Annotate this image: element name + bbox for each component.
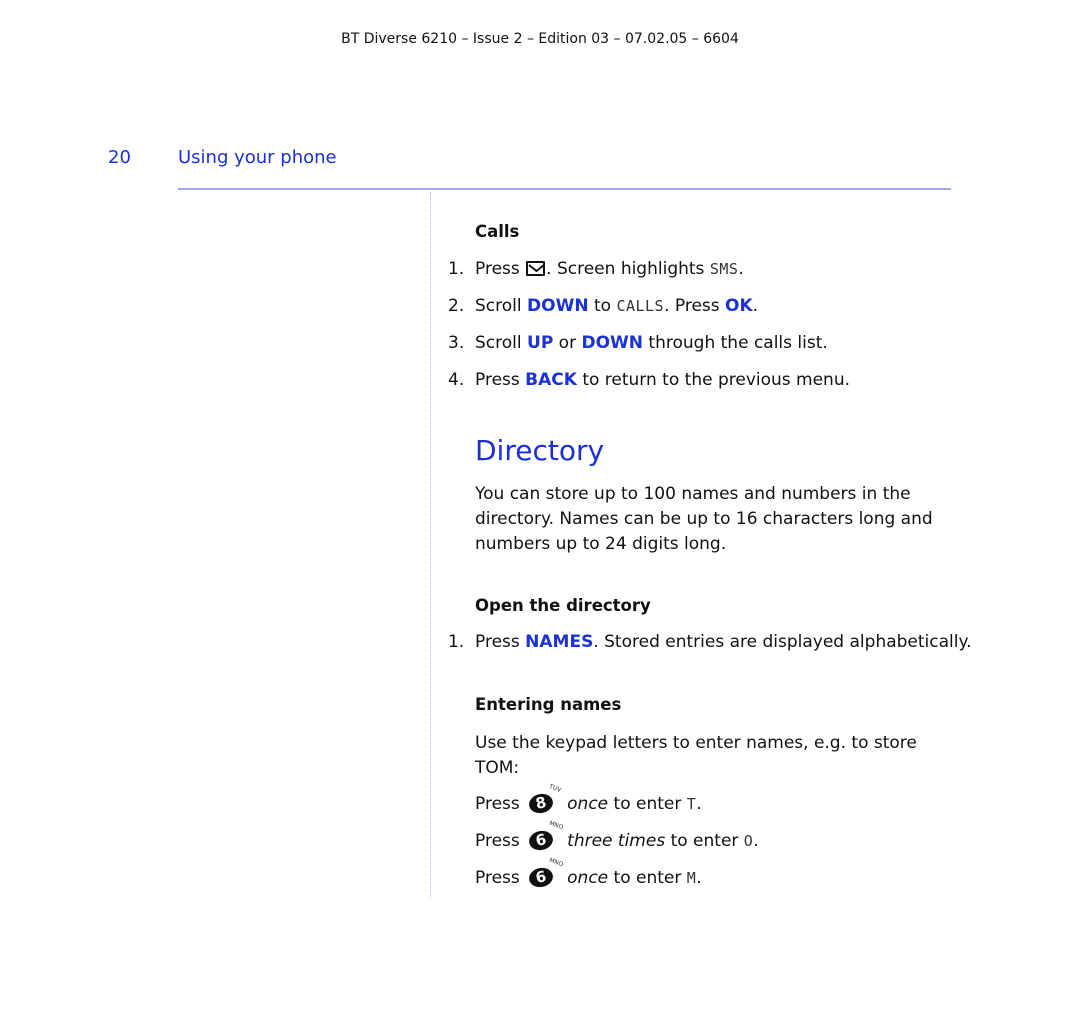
envelope-key-icon — [526, 261, 546, 276]
key-label: UP — [527, 333, 554, 353]
horizontal-rule — [178, 188, 951, 190]
calls-heading: Calls — [475, 222, 520, 241]
open-directory-heading: Open the directory — [475, 596, 651, 615]
key-label: BACK — [525, 370, 577, 390]
page-number: 20 — [108, 147, 131, 168]
key-label: DOWN — [581, 333, 644, 353]
directory-heading: Directory — [475, 434, 605, 467]
document-header: BT Diverse 6210 – Issue 2 – Edition 03 –… — [341, 31, 739, 47]
press-instruction: Press 8 TUV once to enter T. — [475, 783, 702, 816]
keypad-key-icon: 6 MNO — [527, 820, 564, 853]
press-instruction: Press 6 MNO once to enter M. — [475, 856, 702, 890]
key-label: DOWN — [527, 296, 589, 316]
keypad-key-icon: 6 MNO — [527, 857, 564, 890]
directory-intro: You can store up to 100 names and number… — [475, 484, 933, 554]
entering-names-intro: Use the keypad letters to enter names, e… — [475, 733, 917, 778]
lcd-text: SMS — [709, 260, 739, 278]
lcd-text: M — [686, 869, 697, 887]
keypad-key-icon: 8 TUV — [527, 783, 562, 816]
press-instruction: Press 6 MNO three times to enter O. — [475, 819, 759, 853]
calls-step-1: 1. Press . Screen highlights SMS. — [448, 259, 744, 279]
key-label: OK — [725, 296, 753, 316]
open-directory-step-1: 1. Press NAMES. Stored entries are displa… — [448, 632, 972, 652]
lcd-text: T — [686, 795, 697, 813]
calls-step-2: 2. Scroll DOWN to CALLS. Press OK. — [448, 296, 759, 316]
lcd-text: O — [743, 832, 754, 850]
section-title: Using your phone — [178, 147, 337, 168]
entering-names-heading: Entering names — [475, 695, 622, 714]
calls-step-3: 3. Scroll UP or DOWN through the calls li… — [448, 333, 828, 353]
calls-step-4: 4. Press BACK to return to the previous m… — [448, 370, 851, 390]
key-label: NAMES — [525, 632, 594, 652]
column-divider — [430, 192, 431, 898]
lcd-text: CALLS — [616, 297, 665, 315]
